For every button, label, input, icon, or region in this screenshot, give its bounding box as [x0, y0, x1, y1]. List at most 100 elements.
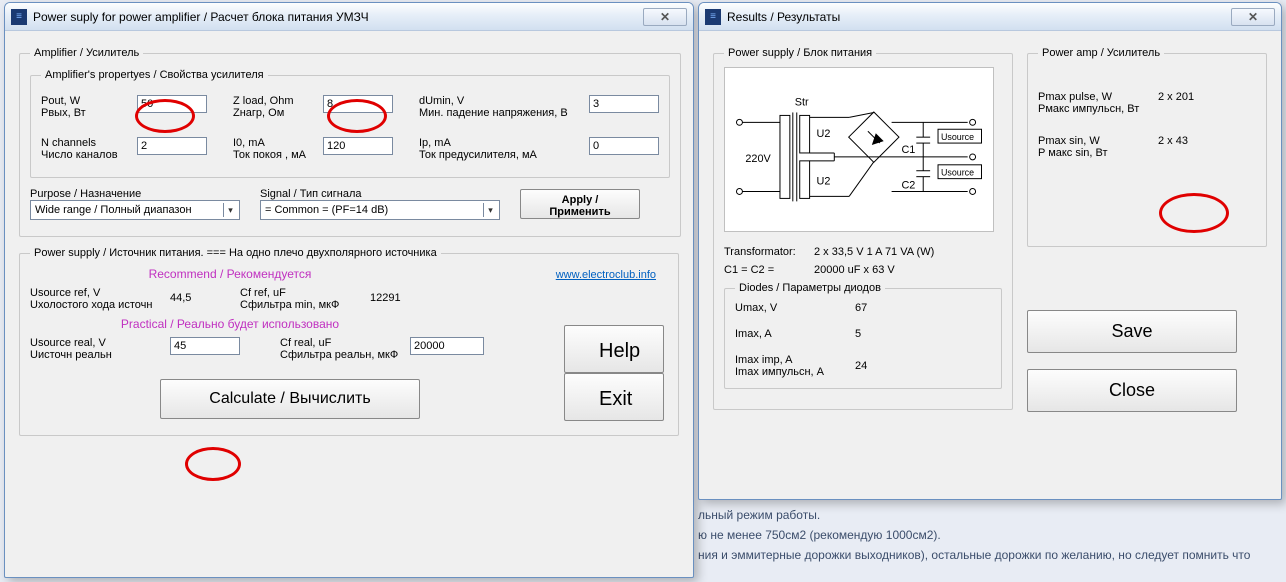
window-power-supply: ≡ Power suply for power amplifier / Расч… — [4, 2, 694, 578]
group-power-supply: Power supply / Источник питания. === На … — [19, 247, 679, 436]
schem-str: Str — [795, 97, 809, 109]
legend-amplifier: Amplifier / Усилитель — [30, 47, 143, 59]
chevron-down-icon: ▾ — [223, 203, 237, 217]
window-title: Power suply for power amplifier / Расчет… — [33, 10, 643, 24]
value-usrcref: 44,5 — [170, 287, 230, 304]
label-ip-ru: Ток предусилителя, мА — [419, 149, 579, 161]
schem-c2: C2 — [901, 180, 915, 192]
legend-diodes: Diodes / Параметры диодов — [735, 282, 885, 294]
label-purpose: Purpose / Назначение — [30, 188, 250, 200]
label-pmaxsin-ru: P макс sin, Вт — [1038, 147, 1158, 159]
bg-text: льный режим работы. — [698, 508, 820, 522]
app-icon: ≡ — [11, 9, 27, 25]
group-amp-props: Amplifier's propertyes / Свойства усилит… — [30, 69, 670, 178]
value-pmaxpulse: 2 x 201 — [1158, 91, 1238, 115]
calculate-button[interactable]: Calculate / Вычислить — [160, 379, 420, 419]
close-button[interactable]: Close — [1027, 369, 1237, 412]
client-area: Power supply / Блок питания 220V — [699, 31, 1281, 430]
input-dumin[interactable] — [589, 95, 659, 113]
apply-button[interactable]: Apply / Применить — [520, 189, 640, 219]
label-pout: Pout, W — [41, 95, 127, 107]
combo-purpose-value: Wide range / Полный диапазон — [35, 204, 192, 216]
combo-signal[interactable]: = Common = (PF=14 dB) ▾ — [260, 200, 500, 220]
client-area: Amplifier / Усилитель Amplifier's proper… — [5, 31, 693, 456]
value-pmaxsin: 2 x 43 — [1158, 135, 1238, 159]
value-umax: 67 — [855, 302, 935, 314]
label-usrcref: Usource ref, V — [30, 287, 160, 299]
label-dumin: dUmin, V — [419, 95, 579, 107]
close-icon[interactable]: ✕ — [1231, 8, 1275, 26]
label-imaximp: Imax imp, A — [735, 354, 855, 366]
label-pout-ru: Pвых, Вт — [41, 107, 127, 119]
label-dumin-ru: Мин. падение напряжения, В — [419, 107, 579, 119]
schem-220v: 220V — [745, 153, 771, 165]
titlebar[interactable]: ≡ Power suply for power amplifier / Расч… — [5, 3, 693, 31]
legend-ps: Power supply / Блок питания — [724, 47, 876, 59]
legend-power-supply: Power supply / Источник питания. === На … — [30, 247, 441, 259]
value-imax: 5 — [855, 328, 935, 340]
label-pmaxpulse: Pmax pulse, W — [1038, 91, 1158, 103]
label-ip: Ip, mA — [419, 137, 579, 149]
label-transformator: Transformator: — [724, 246, 804, 258]
label-imaximp-ru: Imax импульсн, А — [735, 366, 855, 378]
label-i0-ru: Ток покоя , мА — [233, 149, 313, 161]
schem-usource1: Usource — [941, 132, 974, 142]
schem-usource2: Usource — [941, 168, 974, 178]
input-ip[interactable] — [589, 137, 659, 155]
input-zload[interactable] — [323, 95, 393, 113]
link-electroclub[interactable]: www.electroclub.info — [556, 269, 656, 281]
label-cfreal-ru: Cфильтра реальн, мкФ — [280, 349, 400, 361]
label-c1c2: C1 = C2 = — [724, 264, 804, 276]
label-pmaxsin: Pmax sin, W — [1038, 135, 1158, 147]
label-i0: I0, mA — [233, 137, 313, 149]
value-transformator: 2 x 33,5 V 1 A 71 VA (W) — [814, 246, 934, 258]
legend-power-amp: Power amp / Усилитель — [1038, 47, 1164, 59]
legend-amp-props: Amplifier's propertyes / Свойства усилит… — [41, 69, 268, 81]
label-zload-ru: Zнагр, Ом — [233, 107, 313, 119]
label-usrcreal: Usource real, V — [30, 337, 160, 349]
titlebar[interactable]: ≡ Results / Результаты ✕ — [699, 3, 1281, 31]
schem-c1: C1 — [901, 144, 915, 156]
group-power-supply: Power supply / Блок питания 220V — [713, 47, 1013, 410]
chevron-down-icon: ▾ — [483, 203, 497, 217]
window-results: ≡ Results / Результаты ✕ Power supply / … — [698, 2, 1282, 500]
label-cfref: Cf ref, uF — [240, 287, 360, 299]
heading-recommend: Recommend / Рекомендуется — [149, 267, 312, 281]
app-icon: ≡ — [705, 9, 721, 25]
help-button[interactable]: Help — [564, 325, 664, 373]
value-cfref: 12291 — [370, 287, 430, 304]
label-umax: Umax, V — [735, 302, 855, 314]
combo-signal-value: = Common = (PF=14 dB) — [265, 204, 388, 216]
value-c1c2: 20000 uF x 63 V — [814, 264, 895, 276]
window-title: Results / Результаты — [727, 10, 1231, 24]
input-cfreal[interactable] — [410, 337, 484, 355]
label-signal: Signal / Тип сигнала — [260, 188, 510, 200]
schem-u2b: U2 — [817, 176, 831, 188]
label-zload: Z load, Ohm — [233, 95, 313, 107]
bg-text: ния и эммитерные дорожки выходников), ос… — [698, 548, 1250, 562]
input-usrcreal[interactable] — [170, 337, 240, 355]
schem-u2a: U2 — [817, 128, 831, 140]
heading-practical: Practical / Реально будет использовано — [121, 317, 339, 331]
input-nch[interactable] — [137, 137, 207, 155]
label-cfref-ru: Cфильтра min, мкФ — [240, 299, 360, 311]
value-imaximp: 24 — [855, 360, 935, 372]
group-diodes: Diodes / Параметры диодов Umax, V 67 Ima… — [724, 282, 1002, 389]
close-icon[interactable]: ✕ — [643, 8, 687, 26]
label-nch: N channels — [41, 137, 127, 149]
schematic: 220V Str U2 U2 — [724, 67, 994, 232]
input-pout[interactable] — [137, 95, 207, 113]
label-usrcreal-ru: Uисточн реальн — [30, 349, 160, 361]
input-i0[interactable] — [323, 137, 393, 155]
bg-text: ю не менее 750см2 (рекомендую 1000см2). — [698, 528, 941, 542]
group-amplifier: Amplifier / Усилитель Amplifier's proper… — [19, 47, 681, 237]
label-usrcref-ru: Uхолостого хода источн — [30, 299, 160, 311]
label-pmaxpulse-ru: Рмакс импульсн, Вт — [1038, 103, 1158, 115]
label-imax: Imax, A — [735, 328, 855, 340]
combo-purpose[interactable]: Wide range / Полный диапазон ▾ — [30, 200, 240, 220]
label-cfreal: Cf real, uF — [280, 337, 400, 349]
save-button[interactable]: Save — [1027, 310, 1237, 353]
exit-button[interactable]: Exit — [564, 373, 664, 421]
group-power-amp: Power amp / Усилитель Pmax pulse, W Рмак… — [1027, 47, 1267, 247]
label-nch-ru: Число каналов — [41, 149, 127, 161]
